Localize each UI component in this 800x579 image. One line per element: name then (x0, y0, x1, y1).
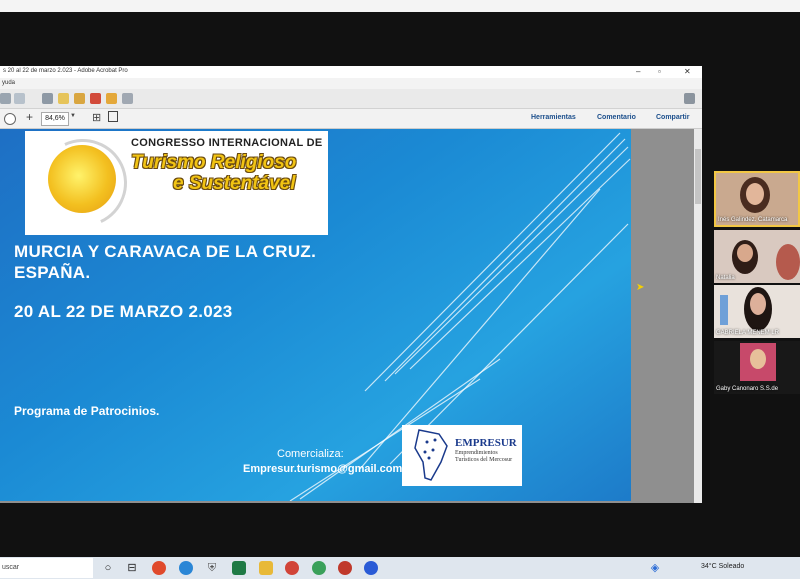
fit-page-icon[interactable] (108, 111, 118, 122)
document-area: CONGRESSO INTERNACIONAL DE Turismo Relig… (0, 129, 694, 503)
comment-icon[interactable] (58, 93, 69, 104)
taskbar-search[interactable]: uscar (0, 558, 93, 578)
congress-logo: CONGRESSO INTERNACIONAL DE Turismo Relig… (25, 129, 328, 240)
slide-heading-line1: MURCIA Y CARAVACA DE LA CRUZ. (14, 242, 317, 261)
slide-email: Empresur.turismo@gmail.com (243, 463, 403, 475)
edge-icon[interactable] (179, 561, 193, 575)
taskbar: uscar ○ ⊟ ⛨ ◈ 34°C Soleado (0, 557, 800, 579)
mouse-cursor-icon: ➤ (636, 282, 645, 293)
flag-decoration (720, 295, 728, 325)
empresur-subtitle: Emprendimientos Turísticos del Mercosur (455, 450, 513, 463)
participant-name: Inés Galindez. Catamarca (718, 217, 788, 223)
main-toolbar (0, 89, 702, 109)
slide-program: Programa de Patrocinios. (14, 404, 160, 418)
network-icon[interactable]: ◈ (648, 561, 662, 575)
comment-link[interactable]: Comentario (597, 114, 636, 121)
empresur-map-icon (414, 429, 448, 481)
participant-tile[interactable]: GABRIELA MENEM LR (714, 285, 800, 338)
logo-text-sub: e Sustentável (173, 173, 296, 194)
zoom-app-icon[interactable] (364, 561, 378, 575)
weather-status[interactable]: 34°C Soleado (701, 563, 744, 570)
acrobat-window: s 20 al 22 de marzo 2.023 - Adobe Acroba… (0, 66, 702, 503)
zoom-dropdown-icon[interactable]: ▼ (70, 113, 76, 119)
zoom-in-icon[interactable]: + (26, 110, 33, 124)
empresur-logo: EMPRESUR Emprendimientos Turísticos del … (402, 425, 522, 486)
print-icon[interactable] (0, 93, 11, 104)
window-title: s 20 al 22 de marzo 2.023 - Adobe Acroba… (3, 68, 128, 74)
participant-tile[interactable]: Gaby Canonaro S.S.de (714, 341, 800, 394)
expand-icon[interactable] (684, 93, 695, 104)
participant-tile[interactable]: Natalia (714, 230, 800, 283)
view-toolbar: + 84,6% ▼ ⊞ Herramientas Comentario Comp… (0, 109, 702, 129)
maximize-icon[interactable]: ▫ (658, 67, 661, 76)
email-icon[interactable] (14, 93, 25, 104)
start-circle-icon[interactable]: ○ (101, 561, 115, 575)
title-bar: s 20 al 22 de marzo 2.023 - Adobe Acroba… (0, 66, 702, 78)
tools-link[interactable]: Herramientas (531, 114, 576, 121)
zoom-out-icon[interactable] (4, 113, 16, 125)
slide-comercializa: Comercializa: (277, 448, 344, 460)
slide-heading-line2: ESPAÑA. (14, 263, 91, 282)
task-view-icon[interactable]: ⊟ (125, 561, 139, 575)
browser-icon[interactable] (338, 561, 352, 575)
participant-face (746, 183, 764, 205)
participant-face (737, 244, 753, 262)
logo-text-main: Turismo Religioso (131, 152, 297, 173)
logo-text-top: CONGRESSO INTERNACIONAL DE (131, 137, 323, 149)
excel-icon[interactable] (232, 561, 246, 575)
pdf-icon[interactable] (90, 93, 101, 104)
chrome-profile-icon[interactable] (285, 561, 299, 575)
pdf-slide: CONGRESSO INTERNACIONAL DE Turismo Relig… (0, 129, 631, 501)
empresur-title: EMPRESUR (455, 437, 517, 449)
shield-icon[interactable]: ⛨ (205, 561, 219, 575)
participant-face (750, 349, 766, 369)
chrome-icon[interactable] (152, 561, 166, 575)
participant-face (750, 293, 766, 315)
zoom-input[interactable]: 84,6% (41, 112, 69, 126)
slide-dates: 20 AL 22 DE MARZO 2.023 (14, 302, 233, 321)
menu-help[interactable]: yuda (2, 80, 15, 86)
screen-top-bar (0, 0, 800, 12)
minimize-icon[interactable]: – (636, 67, 640, 76)
participant-video (776, 244, 800, 280)
folder-icon[interactable] (259, 561, 273, 575)
participant-name: Gaby Canonaro S.S.de (716, 386, 779, 392)
logo-swirl (26, 129, 140, 240)
fit-width-icon[interactable]: ⊞ (92, 111, 101, 124)
whatsapp-icon[interactable] (312, 561, 326, 575)
vertical-scrollbar[interactable] (694, 129, 702, 503)
stamp-icon[interactable] (74, 93, 85, 104)
settings-icon[interactable] (42, 93, 53, 104)
menu-bar: yuda (0, 78, 702, 89)
export-icon[interactable] (122, 93, 133, 104)
close-icon[interactable]: ✕ (684, 67, 691, 76)
document-icon[interactable] (106, 93, 117, 104)
participant-name: Natalia (716, 275, 735, 281)
share-link[interactable]: Compartir (656, 114, 689, 121)
scrollbar-thumb[interactable] (695, 149, 701, 204)
participant-tile[interactable]: Inés Galindez. Catamarca (714, 171, 800, 227)
participant-name: GABRIELA MENEM LR (716, 330, 780, 336)
